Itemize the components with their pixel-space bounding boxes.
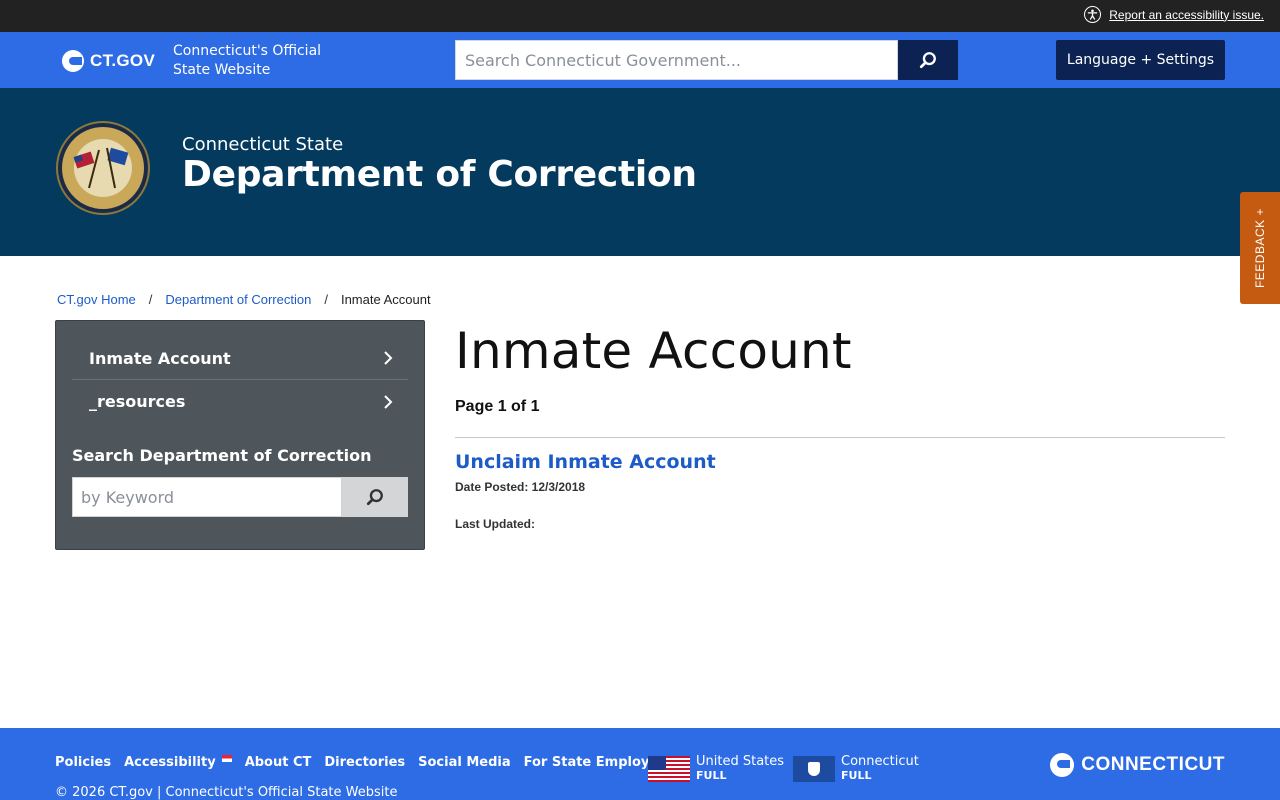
ctgov-logo[interactable]: CT.GOV	[62, 50, 155, 72]
footer-link-directories[interactable]: Directories	[324, 755, 405, 770]
breadcrumb-current: Inmate Account	[340, 292, 431, 307]
site-search-input[interactable]	[455, 40, 898, 80]
breadcrumb-agency[interactable]: Department of Correction	[165, 292, 311, 307]
breadcrumb-home[interactable]: CT.gov Home	[57, 292, 136, 307]
site-footer: Policies Accessibility About CT Director…	[0, 728, 1280, 800]
accessibility-report-link[interactable]: Report an accessibility issue.	[1109, 8, 1264, 22]
accessibility-icon	[1084, 6, 1102, 23]
search-icon	[919, 52, 936, 69]
sidebar-nav: Inmate Account _resources Search Departm…	[55, 320, 425, 550]
site-tagline: Connecticut's Official State Website	[173, 43, 322, 78]
flag-status-label: United States	[696, 754, 785, 769]
feedback-label: FEEDBACK +	[1253, 207, 1267, 289]
agency-search-input[interactable]	[72, 477, 342, 517]
sidebar-item-resources[interactable]: _resources	[72, 380, 408, 423]
footer-link-label: Accessibility	[124, 755, 216, 770]
flag-icon	[221, 755, 232, 762]
agency-name[interactable]: Department of Correction	[182, 154, 697, 195]
site-search-button[interactable]	[898, 40, 958, 80]
ctgov-header: CT.GOV Connecticut's Official State Webs…	[0, 32, 1280, 88]
agency-search	[72, 477, 408, 517]
footer-links: Policies Accessibility About CT Director…	[55, 755, 675, 770]
search-icon	[366, 489, 383, 506]
agency-search-label: Search Department of Correction	[72, 446, 372, 465]
agency-search-button[interactable]	[342, 477, 408, 517]
result-date-posted: Date Posted: 12/3/2018	[455, 480, 586, 494]
brand-text: CONNECTICUT	[1081, 754, 1225, 775]
result-title-link[interactable]: Unclaim Inmate Account	[455, 451, 716, 473]
ctgov-logo-text: CT.GOV	[90, 51, 156, 70]
ct-flag-icon	[793, 756, 835, 782]
page-title: Inmate Account	[455, 322, 852, 380]
chevron-right-icon	[384, 351, 393, 365]
divider	[455, 437, 1225, 438]
page-count: Page 1 of 1	[455, 398, 540, 415]
feedback-tab[interactable]: FEEDBACK +	[1240, 192, 1280, 304]
language-settings-button[interactable]: Language + Settings	[1056, 40, 1225, 80]
utility-bar: Report an accessibility issue.	[0, 0, 1280, 32]
footer-link-social-media[interactable]: Social Media	[418, 755, 511, 770]
connecticut-brand-logo[interactable]: CONNECTICUT	[1050, 753, 1225, 777]
flag-status-ct[interactable]: Connecticut FULL	[793, 755, 919, 783]
chevron-right-icon	[384, 394, 393, 409]
breadcrumb: CT.gov Home / Department of Correction /…	[57, 292, 431, 307]
sidebar-item-label: Inmate Account	[89, 348, 231, 368]
footer-link-policies[interactable]: Policies	[55, 755, 111, 770]
flag-status-value: FULL	[696, 769, 727, 782]
footer-link-accessibility[interactable]: Accessibility	[124, 755, 232, 770]
accessibility-report[interactable]: Report an accessibility issue.	[1084, 6, 1264, 23]
sidebar-item-inmate-account[interactable]: Inmate Account	[72, 337, 408, 380]
copyright: © 2026 CT.gov | Connecticut's Official S…	[55, 785, 398, 800]
flag-status-value: FULL	[841, 769, 872, 782]
agency-banner: Connecticut State Department of Correcti…	[0, 88, 1280, 256]
flag-status-us[interactable]: United States FULL	[648, 755, 784, 783]
result-last-updated: Last Updated:	[455, 517, 536, 531]
breadcrumb-separator: /	[148, 292, 153, 307]
agency-seal[interactable]	[55, 120, 151, 216]
ct-logo-icon	[1050, 753, 1075, 777]
footer-link-about[interactable]: About CT	[245, 755, 312, 770]
breadcrumb-separator: /	[324, 292, 328, 307]
us-flag-icon	[648, 756, 690, 782]
sidebar-item-label: _resources	[89, 392, 186, 411]
agency-pretitle: Connecticut State	[182, 134, 344, 155]
flag-status-label: Connecticut	[841, 754, 919, 769]
site-search	[455, 40, 958, 80]
ct-logo-icon	[62, 50, 84, 72]
